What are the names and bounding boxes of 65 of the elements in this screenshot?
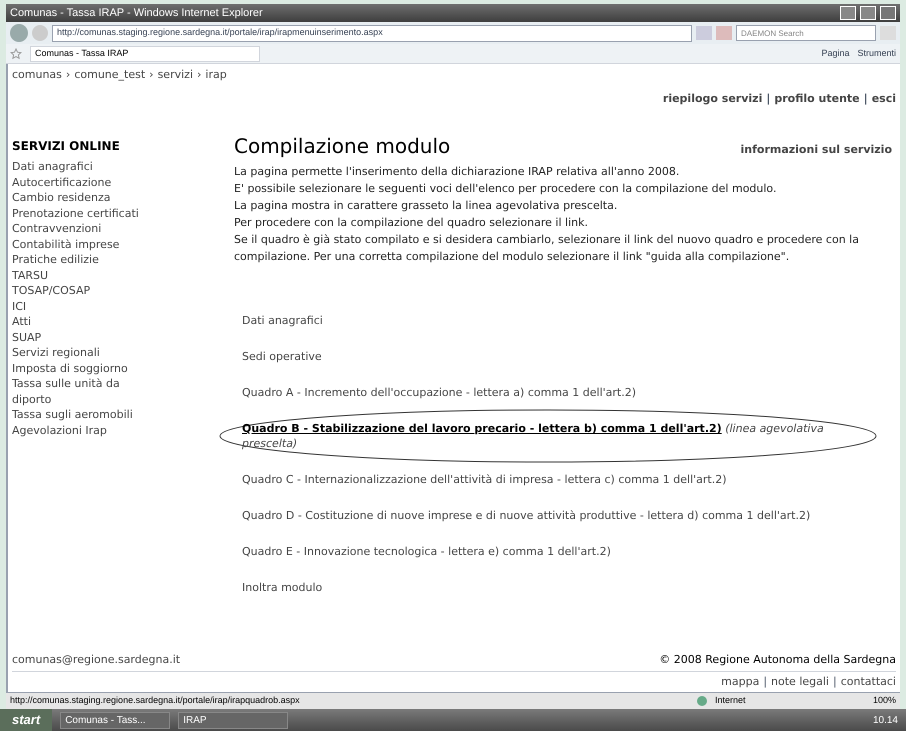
top-link[interactable]: riepilogo servizi — [662, 90, 762, 107]
copyright-text: © 2008 Regione Autonoma della Sardegna — [659, 652, 896, 668]
window-title: Comunas - Tassa IRAP - Windows Internet Explorer — [10, 6, 263, 21]
sidebar-item[interactable]: Prenotazione certificati — [12, 206, 162, 221]
form-section-link[interactable]: Quadro A - Incremento dell'occupazione - lettera a) comma 1 dell'art.2) — [242, 385, 874, 400]
breadcrumb-separator: › — [149, 67, 154, 83]
footer-link[interactable]: mappa — [721, 674, 760, 690]
sidebar-item[interactable]: SUAP — [12, 330, 162, 345]
footer-link[interactable]: note legali — [771, 674, 829, 690]
status-url: http://comunas.staging.regione.sardegna.it/portale/irap/irapquadrob.aspx — [10, 694, 301, 708]
browser-tab[interactable]: Comunas - Tassa IRAP — [30, 46, 260, 62]
sidebar-item[interactable]: Agevolazioni Irap — [12, 422, 162, 438]
link-separator: | — [762, 674, 768, 690]
sidebar-item[interactable]: Servizi regionali — [12, 345, 162, 360]
footer-email: comunas@regione.sardegna.it — [12, 652, 180, 668]
link-separator: | — [765, 90, 772, 107]
footer-link[interactable]: contattaci — [840, 674, 896, 690]
sidebar-item[interactable]: Atti — [12, 314, 162, 330]
link-separator: | — [832, 674, 838, 690]
breadcrumb-link[interactable]: servizi — [158, 67, 193, 84]
sidebar-item[interactable]: TOSAP/COSAP — [12, 283, 162, 298]
sidebar-item[interactable]: Pratiche edilizie — [12, 252, 162, 268]
intro-text: La pagina permette l'inserimento della dichiarazione IRAP relativa all'anno 2008. — [234, 164, 680, 180]
sidebar-item[interactable]: Cambio residenza — [12, 190, 162, 206]
top-link[interactable]: esci — [872, 90, 896, 107]
zoom-button[interactable]: 100% — [872, 694, 896, 708]
intro-text: Per procedere con la compilazione del quadro selezionare il link. — [234, 215, 589, 231]
toolbar-menu[interactable]: Strumenti — [857, 46, 896, 60]
form-section-link[interactable]: Inoltra modulo — [242, 580, 874, 595]
form-section-link[interactable]: Quadro C - Internazionalizzazione dell'attività di impresa - lettera c) comma 1 dell'art.2) — [242, 472, 874, 487]
security-zone: Internet — [714, 694, 746, 708]
intro-text: La pagina mostra in carattere grasseto la linea agevolativa prescelta. — [234, 198, 618, 214]
sidebar-item[interactable]: Autocertificazione — [12, 174, 162, 190]
info-link[interactable]: informazioni sul servizio — [740, 142, 892, 158]
sidebar-item[interactable]: Tassa sulle unità da diporto — [12, 376, 162, 407]
sidebar-item[interactable]: TARSU — [12, 268, 162, 283]
star-icon[interactable] — [10, 48, 22, 60]
sidebar-item[interactable]: Dati anagrafici — [12, 159, 162, 174]
taskbar-task[interactable]: IRAP — [178, 712, 288, 728]
sidebar-item[interactable]: Contravvenzioni — [12, 221, 162, 236]
search-field[interactable]: DAEMON Search — [736, 25, 876, 41]
form-section-link[interactable]: Quadro E - Innovazione tecnologica - lettera e) comma 1 dell'art.2) — [242, 544, 874, 559]
toolbar-menu[interactable]: Pagina — [821, 46, 850, 60]
intro-text: E' possibile selezionare le seguenti voci dell'elenco per procedere con la compilazione del modulo. — [234, 181, 778, 197]
top-link[interactable]: profilo utente — [774, 90, 860, 107]
form-section-link[interactable]: Dati anagrafici — [242, 313, 874, 328]
link-separator: | — [862, 90, 869, 107]
breadcrumb-separator: › — [66, 67, 70, 83]
sidebar-item[interactable]: Imposta di soggiorno — [12, 360, 162, 376]
breadcrumb-link[interactable]: irap — [205, 67, 227, 84]
breadcrumb-link[interactable]: comunas — [12, 67, 62, 84]
form-section-link[interactable]: Sedi operative — [242, 349, 874, 364]
address-field[interactable]: http://comunas.staging.regione.sardegna.it/portale/irap/irapmenuinserimento.aspx — [52, 24, 692, 42]
sidebar-item[interactable]: ICI — [12, 298, 162, 314]
breadcrumb-link[interactable]: comune_test — [74, 67, 146, 84]
page-title: Compilazione modulo — [234, 133, 450, 160]
intro-text: Se il quadro è già stato compilato e si desidera cambiarlo, selezionare il link del nuovo quadro e procedere con la compilazione. Per una corretta compilazione del modulo selezionare il link "guida alla compilazione". — [234, 232, 860, 265]
sidebar-item[interactable]: Contabilità imprese — [12, 236, 162, 252]
taskbar-task[interactable]: Comunas - Tass... — [60, 712, 170, 728]
form-section-link[interactable]: Quadro D - Costituzione di nuove imprese e di nuove attività produttive - lettera d) comma 1 dell'art.2) — [242, 508, 874, 523]
start-button[interactable]: start — [0, 709, 52, 731]
sidebar-item[interactable]: Tassa sugli aeromobili — [12, 407, 162, 422]
breadcrumb-separator: › — [197, 67, 202, 83]
clock: 10.14 — [872, 714, 899, 728]
sidebar-title: SERVIZI ONLINE — [12, 138, 121, 155]
